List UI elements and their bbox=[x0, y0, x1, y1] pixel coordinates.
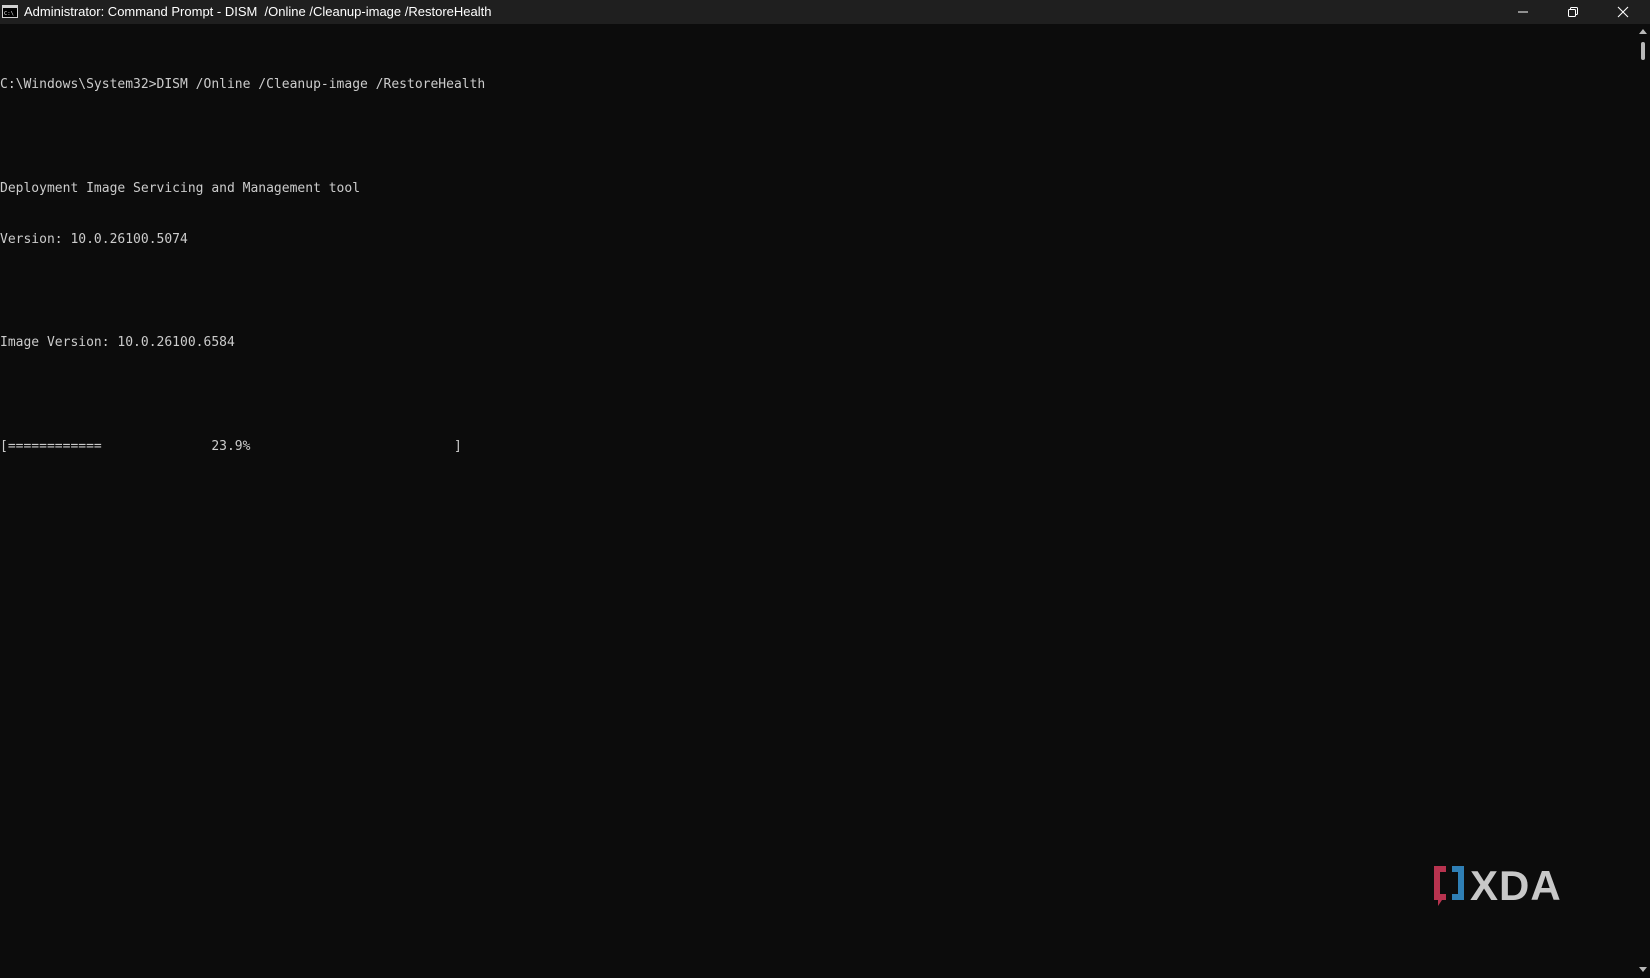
console-output[interactable]: C:\Windows\System32>DISM /Online /Cleanu… bbox=[0, 42, 1636, 489]
svg-text:C:\: C:\ bbox=[4, 11, 14, 17]
svg-text:XDA: XDA bbox=[1470, 862, 1562, 909]
tool-name-line: Deployment Image Servicing and Managemen… bbox=[0, 180, 361, 196]
command-prompt-window: C:\ Administrator: Command Prompt - DISM… bbox=[0, 0, 1650, 978]
vertical-scrollbar[interactable] bbox=[1636, 24, 1650, 978]
tool-version-line: Version: 10.0.26100.5074 bbox=[0, 232, 188, 248]
cmd-icon: C:\ bbox=[2, 5, 18, 18]
scroll-up-arrow-icon[interactable] bbox=[1639, 29, 1647, 34]
scroll-down-arrow-icon[interactable] bbox=[1639, 967, 1647, 972]
xda-logo: XDA bbox=[1434, 862, 1562, 909]
minimize-icon bbox=[1518, 11, 1528, 13]
restore-icon bbox=[1568, 7, 1578, 17]
close-icon bbox=[1617, 6, 1629, 18]
window-title: Administrator: Command Prompt - DISM /On… bbox=[24, 4, 492, 19]
command-line: C:\Windows\System32>DISM /Online /Cleanu… bbox=[0, 77, 486, 93]
close-button[interactable] bbox=[1598, 0, 1648, 24]
minimize-button[interactable] bbox=[1498, 0, 1548, 24]
scroll-thumb[interactable] bbox=[1641, 42, 1645, 60]
image-version-line: Image Version: 10.0.26100.6584 bbox=[0, 335, 235, 351]
progress-bar-line: [============ 23.9% ] bbox=[0, 438, 462, 454]
title-bar[interactable]: C:\ Administrator: Command Prompt - DISM… bbox=[0, 0, 1650, 24]
restore-button[interactable] bbox=[1548, 0, 1598, 24]
